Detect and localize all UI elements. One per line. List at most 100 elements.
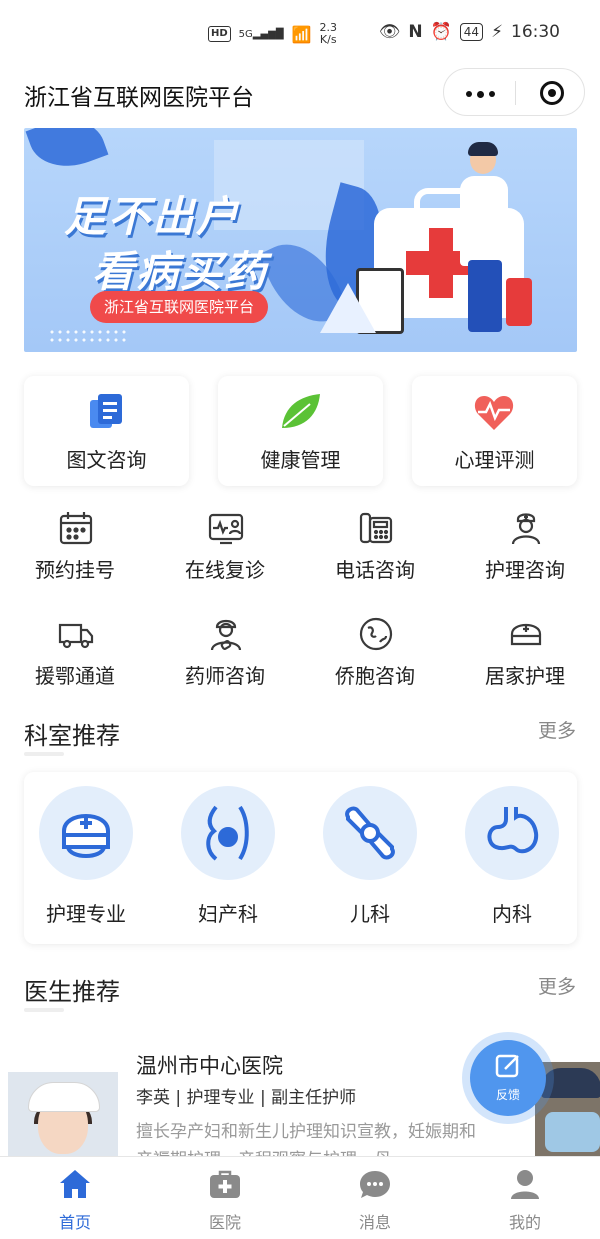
video-consult-icon <box>208 513 244 545</box>
bone-joint-icon <box>345 806 395 860</box>
heart-pulse-icon <box>474 396 514 430</box>
nurse-icon <box>511 513 541 545</box>
service-label: 在线复诊 <box>185 558 265 582</box>
stomach-icon <box>487 807 539 854</box>
service-hubei-aid[interactable]: 援鄂通道 <box>0 606 150 706</box>
charging-icon: ⚡ <box>491 22 503 42</box>
doctor-coat-illustration <box>460 176 508 266</box>
doctor-hospital[interactable]: 温州市中心医院 <box>136 1050 283 1080</box>
more-menu-icon[interactable] <box>466 90 495 98</box>
card-psych-assessment[interactable]: 心理评测 <box>412 376 577 486</box>
banner-headline-2: 看病买药 <box>92 247 269 296</box>
hd-badge: HD <box>208 26 231 42</box>
service-label: 侨胞咨询 <box>335 664 415 688</box>
service-online-revisit[interactable]: 在线复诊 <box>150 500 300 600</box>
globe-icon <box>359 617 393 651</box>
service-overseas-consult[interactable]: 侨胞咨询 <box>300 606 450 706</box>
section-underline <box>24 1008 64 1012</box>
service-label: 护理咨询 <box>485 558 565 582</box>
eye-icon: 👁 <box>378 22 401 42</box>
chat-bubble-icon <box>360 1171 390 1198</box>
tab-bar: 首页 医院 消息 我的 <box>0 1156 600 1239</box>
feedback-label: 反馈 <box>495 1088 520 1102</box>
departments-title: 科室推荐 <box>24 722 120 750</box>
service-label: 电话咨询 <box>335 558 415 582</box>
dept-label: 儿科 <box>350 902 390 926</box>
title-bar: 浙江省互联网医院平台 <box>0 68 600 120</box>
service-label: 居家护理 <box>485 664 565 688</box>
signal-icon: 5G▂▄▆█ <box>238 28 284 40</box>
feature-cards: 图文咨询 健康管理 心理评测 <box>24 376 577 488</box>
dept-label: 妇产科 <box>198 902 258 926</box>
promo-banner[interactable]: 足不出户 看病买药 浙江省互联网医院平台 <box>24 128 577 352</box>
doctor-meta: 李英 | 护理专业 | 副主任护师 <box>136 1088 357 1108</box>
service-nursing-consult[interactable]: 护理咨询 <box>450 500 600 600</box>
service-pharmacist-consult[interactable]: 药师咨询 <box>150 606 300 706</box>
pharmacist-icon <box>210 619 242 651</box>
clock: 16:30 <box>511 22 560 42</box>
nfc-icon: N <box>408 22 423 42</box>
mini-program-capsule <box>443 68 585 116</box>
doctor-legs-illustration <box>468 260 502 332</box>
status-left: HD 5G▂▄▆█ 📶 2.3 K/s <box>208 22 337 46</box>
pregnancy-icon <box>206 805 249 861</box>
tab-label: 医院 <box>208 1213 241 1232</box>
doctor-avatar[interactable] <box>8 1072 118 1160</box>
nurse-cap-icon <box>510 623 542 646</box>
tab-label: 消息 <box>358 1213 391 1232</box>
nurse-cap-icon <box>62 814 110 858</box>
net-speed: 2.3 K/s <box>319 21 337 46</box>
service-home-care[interactable]: 居家护理 <box>450 606 600 706</box>
service-appointment[interactable]: 预约挂号 <box>0 500 150 600</box>
card-label: 心理评测 <box>454 448 535 472</box>
service-label: 援鄂通道 <box>35 664 115 688</box>
alarm-icon: ⏰ <box>430 22 452 42</box>
departments-panel: 护理专业 妇产科 儿科 内科 <box>24 772 577 944</box>
dept-label: 内科 <box>492 902 532 926</box>
tab-messages[interactable]: 消息 <box>300 1157 450 1239</box>
tab-profile[interactable]: 我的 <box>450 1157 600 1239</box>
page-title: 浙江省互联网医院平台 <box>24 85 254 111</box>
capsule-divider <box>515 81 516 105</box>
tab-label: 我的 <box>508 1213 541 1232</box>
service-label: 药师咨询 <box>185 664 265 688</box>
dept-icon-circle <box>181 786 275 880</box>
calendar-icon <box>59 512 93 545</box>
feedback-button[interactable]: 反馈 <box>470 1040 546 1116</box>
doctors-title: 医生推荐 <box>24 978 120 1006</box>
banner-headline-1: 足不出户 <box>64 192 241 241</box>
battery-icon: 44 <box>459 23 484 41</box>
service-phone-consult[interactable]: 电话咨询 <box>300 500 450 600</box>
doctor-hair-illustration <box>468 142 498 156</box>
medicine-bottle-illustration <box>506 278 532 326</box>
truck-icon <box>58 623 94 649</box>
status-bar: HD 5G▂▄▆█ 📶 2.3 K/s 👁 N ⏰ 44 ⚡ 16:30 <box>0 0 600 68</box>
dept-icon-circle <box>39 786 133 880</box>
banner-dots-decoration <box>48 328 128 346</box>
leaf-icon <box>282 394 320 428</box>
card-label: 图文咨询 <box>66 448 147 472</box>
service-label: 预约挂号 <box>35 558 115 582</box>
status-right: 👁 N ⏰ 44 ⚡ 16:30 <box>379 22 560 42</box>
medical-kit-icon <box>210 1170 240 1198</box>
departments-more-link[interactable]: 更多 <box>538 716 576 743</box>
card-image-text-consult[interactable]: 图文咨询 <box>24 376 189 486</box>
card-label: 健康管理 <box>260 448 341 472</box>
tab-hospital[interactable]: 医院 <box>150 1157 300 1239</box>
telephone-icon <box>359 512 393 544</box>
edit-icon <box>495 1054 519 1078</box>
doctors-more-link[interactable]: 更多 <box>538 972 576 999</box>
tab-label: 首页 <box>58 1213 91 1232</box>
tab-home[interactable]: 首页 <box>0 1157 150 1239</box>
banner-leaf-illustration <box>25 128 109 179</box>
person-icon <box>511 1170 539 1199</box>
document-chat-icon <box>90 394 122 428</box>
dept-label: 护理专业 <box>46 902 126 926</box>
banner-platform-pill: 浙江省互联网医院平台 <box>90 291 269 323</box>
home-icon <box>60 1170 90 1198</box>
doctor-description: 擅长孕产妇和新生儿护理知识宣教，妊娠期和产褥期护理，产程观察与护理，母 <box>136 1122 476 1158</box>
card-health-management[interactable]: 健康管理 <box>218 376 383 486</box>
close-mini-program-icon[interactable] <box>540 81 564 105</box>
dept-icon-circle <box>323 786 417 880</box>
wifi-icon: 📶 <box>291 24 312 44</box>
